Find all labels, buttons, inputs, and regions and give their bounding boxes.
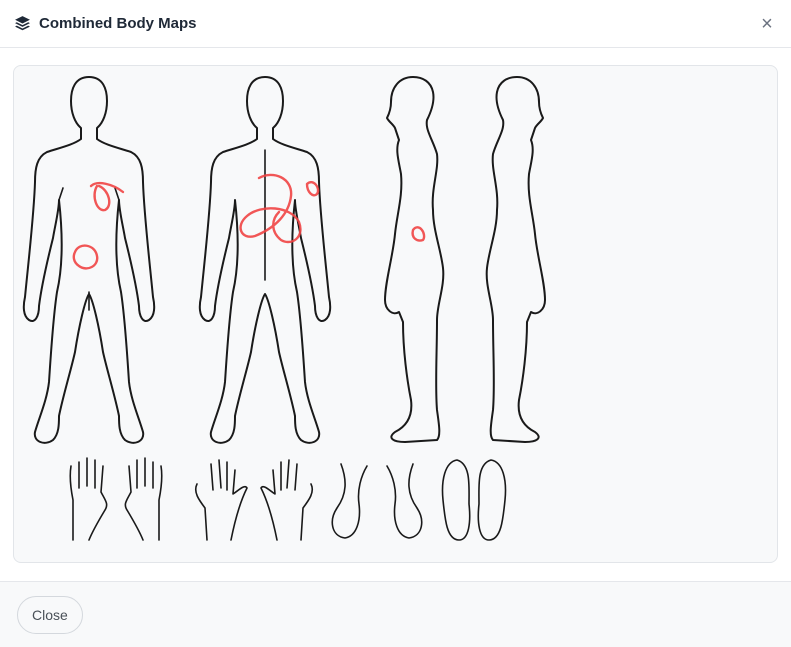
feet-soles-view <box>441 459 507 541</box>
body-right-side-view <box>384 76 445 443</box>
body-back-view <box>198 76 332 444</box>
hands-back-view <box>194 459 314 541</box>
close-icon[interactable]: × <box>755 12 779 36</box>
hands-palm-view <box>69 457 163 541</box>
feet-top-view <box>331 463 423 539</box>
dialog-header: Combined Body Maps × <box>0 0 791 48</box>
dialog-footer: Close <box>0 581 791 647</box>
dialog-body <box>0 48 791 563</box>
combined-body-maps-dialog: Combined Body Maps × Close <box>0 0 791 647</box>
close-button[interactable]: Close <box>17 595 83 634</box>
body-left-side-view <box>485 76 546 443</box>
dialog-title: Combined Body Maps <box>39 15 197 32</box>
body-map-panel <box>13 65 778 563</box>
layers-icon <box>14 15 31 32</box>
body-map-canvas[interactable] <box>14 66 778 563</box>
body-front-view <box>22 76 156 444</box>
injury-markings <box>72 173 426 270</box>
